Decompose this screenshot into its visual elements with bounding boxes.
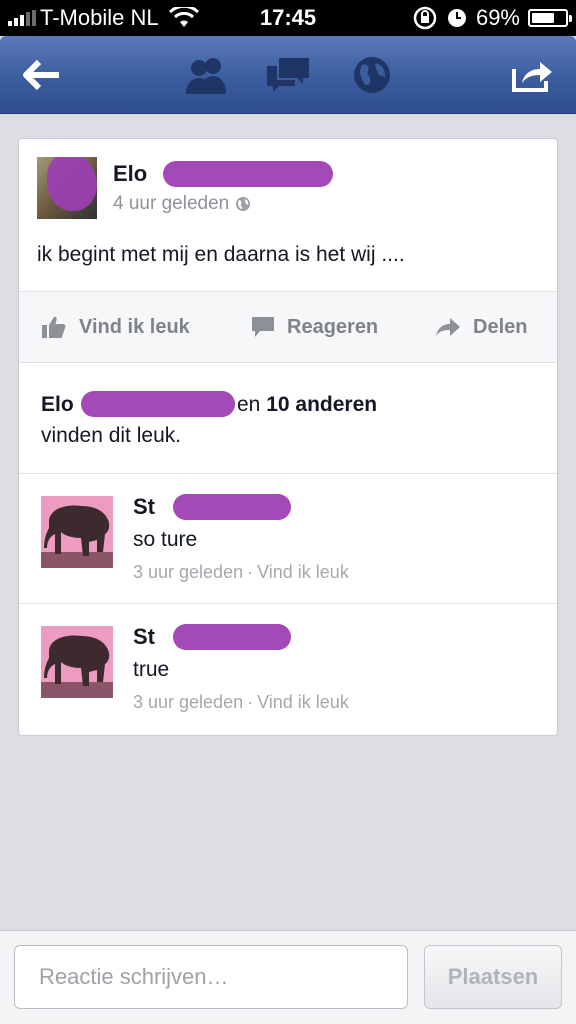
alarm-icon <box>447 9 466 27</box>
share-post-button[interactable]: Delen <box>435 292 527 362</box>
comment-bubble-icon <box>252 317 274 337</box>
wifi-icon <box>168 7 199 27</box>
signal-strength-icon <box>8 10 36 26</box>
likes-connector: en <box>237 393 261 416</box>
thumbs-up-icon <box>42 316 66 338</box>
commenter-name[interactable]: St <box>133 494 155 520</box>
name-redaction <box>81 391 235 417</box>
post-timestamp: 4 uur geleden <box>113 193 251 215</box>
rotation-lock-icon <box>413 6 437 30</box>
status-bar: T-Mobile NL 17:45 69% <box>0 0 576 36</box>
commenter-avatar[interactable] <box>41 496 113 568</box>
comment-text: so ture <box>133 528 198 551</box>
public-globe-icon <box>236 197 251 211</box>
post-actions-bar: Vind ik leuk Reageren Delen <box>19 291 557 363</box>
like-label: Vind ik leuk <box>79 315 190 338</box>
comment-time: 3 uur geleden <box>133 692 244 712</box>
comment-like-link[interactable]: Vind ik leuk <box>257 562 349 582</box>
comment-like-link[interactable]: Vind ik leuk <box>257 692 349 712</box>
elephant-photo <box>41 626 113 698</box>
like-button[interactable]: Vind ik leuk <box>41 292 190 362</box>
carrier-name: T-Mobile NL <box>40 5 159 30</box>
commenter-name[interactable]: St <box>133 624 155 650</box>
friend-requests-button[interactable] <box>176 36 236 114</box>
messages-icon <box>267 58 309 92</box>
battery-level <box>532 13 555 23</box>
comment-button[interactable]: Reageren <box>251 292 378 362</box>
notifications-button[interactable] <box>342 36 402 114</box>
comment-meta: 3 uur geleden · Vind ik leuk <box>133 692 349 713</box>
battery-icon <box>528 9 572 27</box>
comment-label: Reageren <box>287 315 379 338</box>
nav-bar <box>0 36 576 114</box>
author-name[interactable]: Elo <box>113 161 147 187</box>
comment-input[interactable] <box>14 945 408 1009</box>
meta-separator: · <box>247 562 254 582</box>
likes-suffix: vinden dit leuk. <box>41 424 182 447</box>
comment-meta: 3 uur geleden · Vind ik leuk <box>133 562 349 583</box>
comment-item: St true 3 uur geleden · Vind ik leuk <box>19 604 557 732</box>
likes-connector-line: en 10 anderen <box>237 389 377 420</box>
post-header: Elo 4 uur geleden <box>37 157 537 221</box>
name-redaction <box>173 624 291 650</box>
post-time-text: 4 uur geleden <box>113 193 230 214</box>
notifications-globe-icon <box>354 57 390 93</box>
back-arrow-icon <box>23 60 59 90</box>
name-redaction <box>163 161 333 187</box>
elephant-photo <box>41 496 113 568</box>
post-card: Elo 4 uur geleden ik begint met mij en d… <box>18 138 558 736</box>
share-label: Delen <box>473 315 528 338</box>
post-text: ik begint met mij en daarna is het wij .… <box>37 243 405 266</box>
back-button[interactable] <box>14 36 70 114</box>
messages-button[interactable] <box>258 36 318 114</box>
comment-item: St so ture 3 uur geleden · Vind ik leuk <box>19 474 557 602</box>
author-avatar[interactable] <box>37 157 97 219</box>
comment-time: 3 uur geleden <box>133 562 244 582</box>
post-comment-button[interactable]: Plaatsen <box>424 945 562 1009</box>
comment-composer: Plaatsen <box>0 930 576 1024</box>
battery-percentage: 69% <box>475 5 520 30</box>
comment-text: true <box>133 658 170 681</box>
share-icon <box>512 62 552 92</box>
liker-name[interactable]: Elo <box>41 389 74 420</box>
share-button[interactable] <box>500 36 564 114</box>
meta-separator: · <box>247 692 254 712</box>
share-arrow-icon <box>436 318 460 336</box>
commenter-avatar[interactable] <box>41 626 113 698</box>
likes-summary[interactable]: Elo en 10 anderen vinden dit leuk. <box>41 389 541 451</box>
name-redaction <box>173 494 291 520</box>
friends-icon <box>186 58 226 94</box>
likes-others[interactable]: 10 anderen <box>266 393 377 416</box>
